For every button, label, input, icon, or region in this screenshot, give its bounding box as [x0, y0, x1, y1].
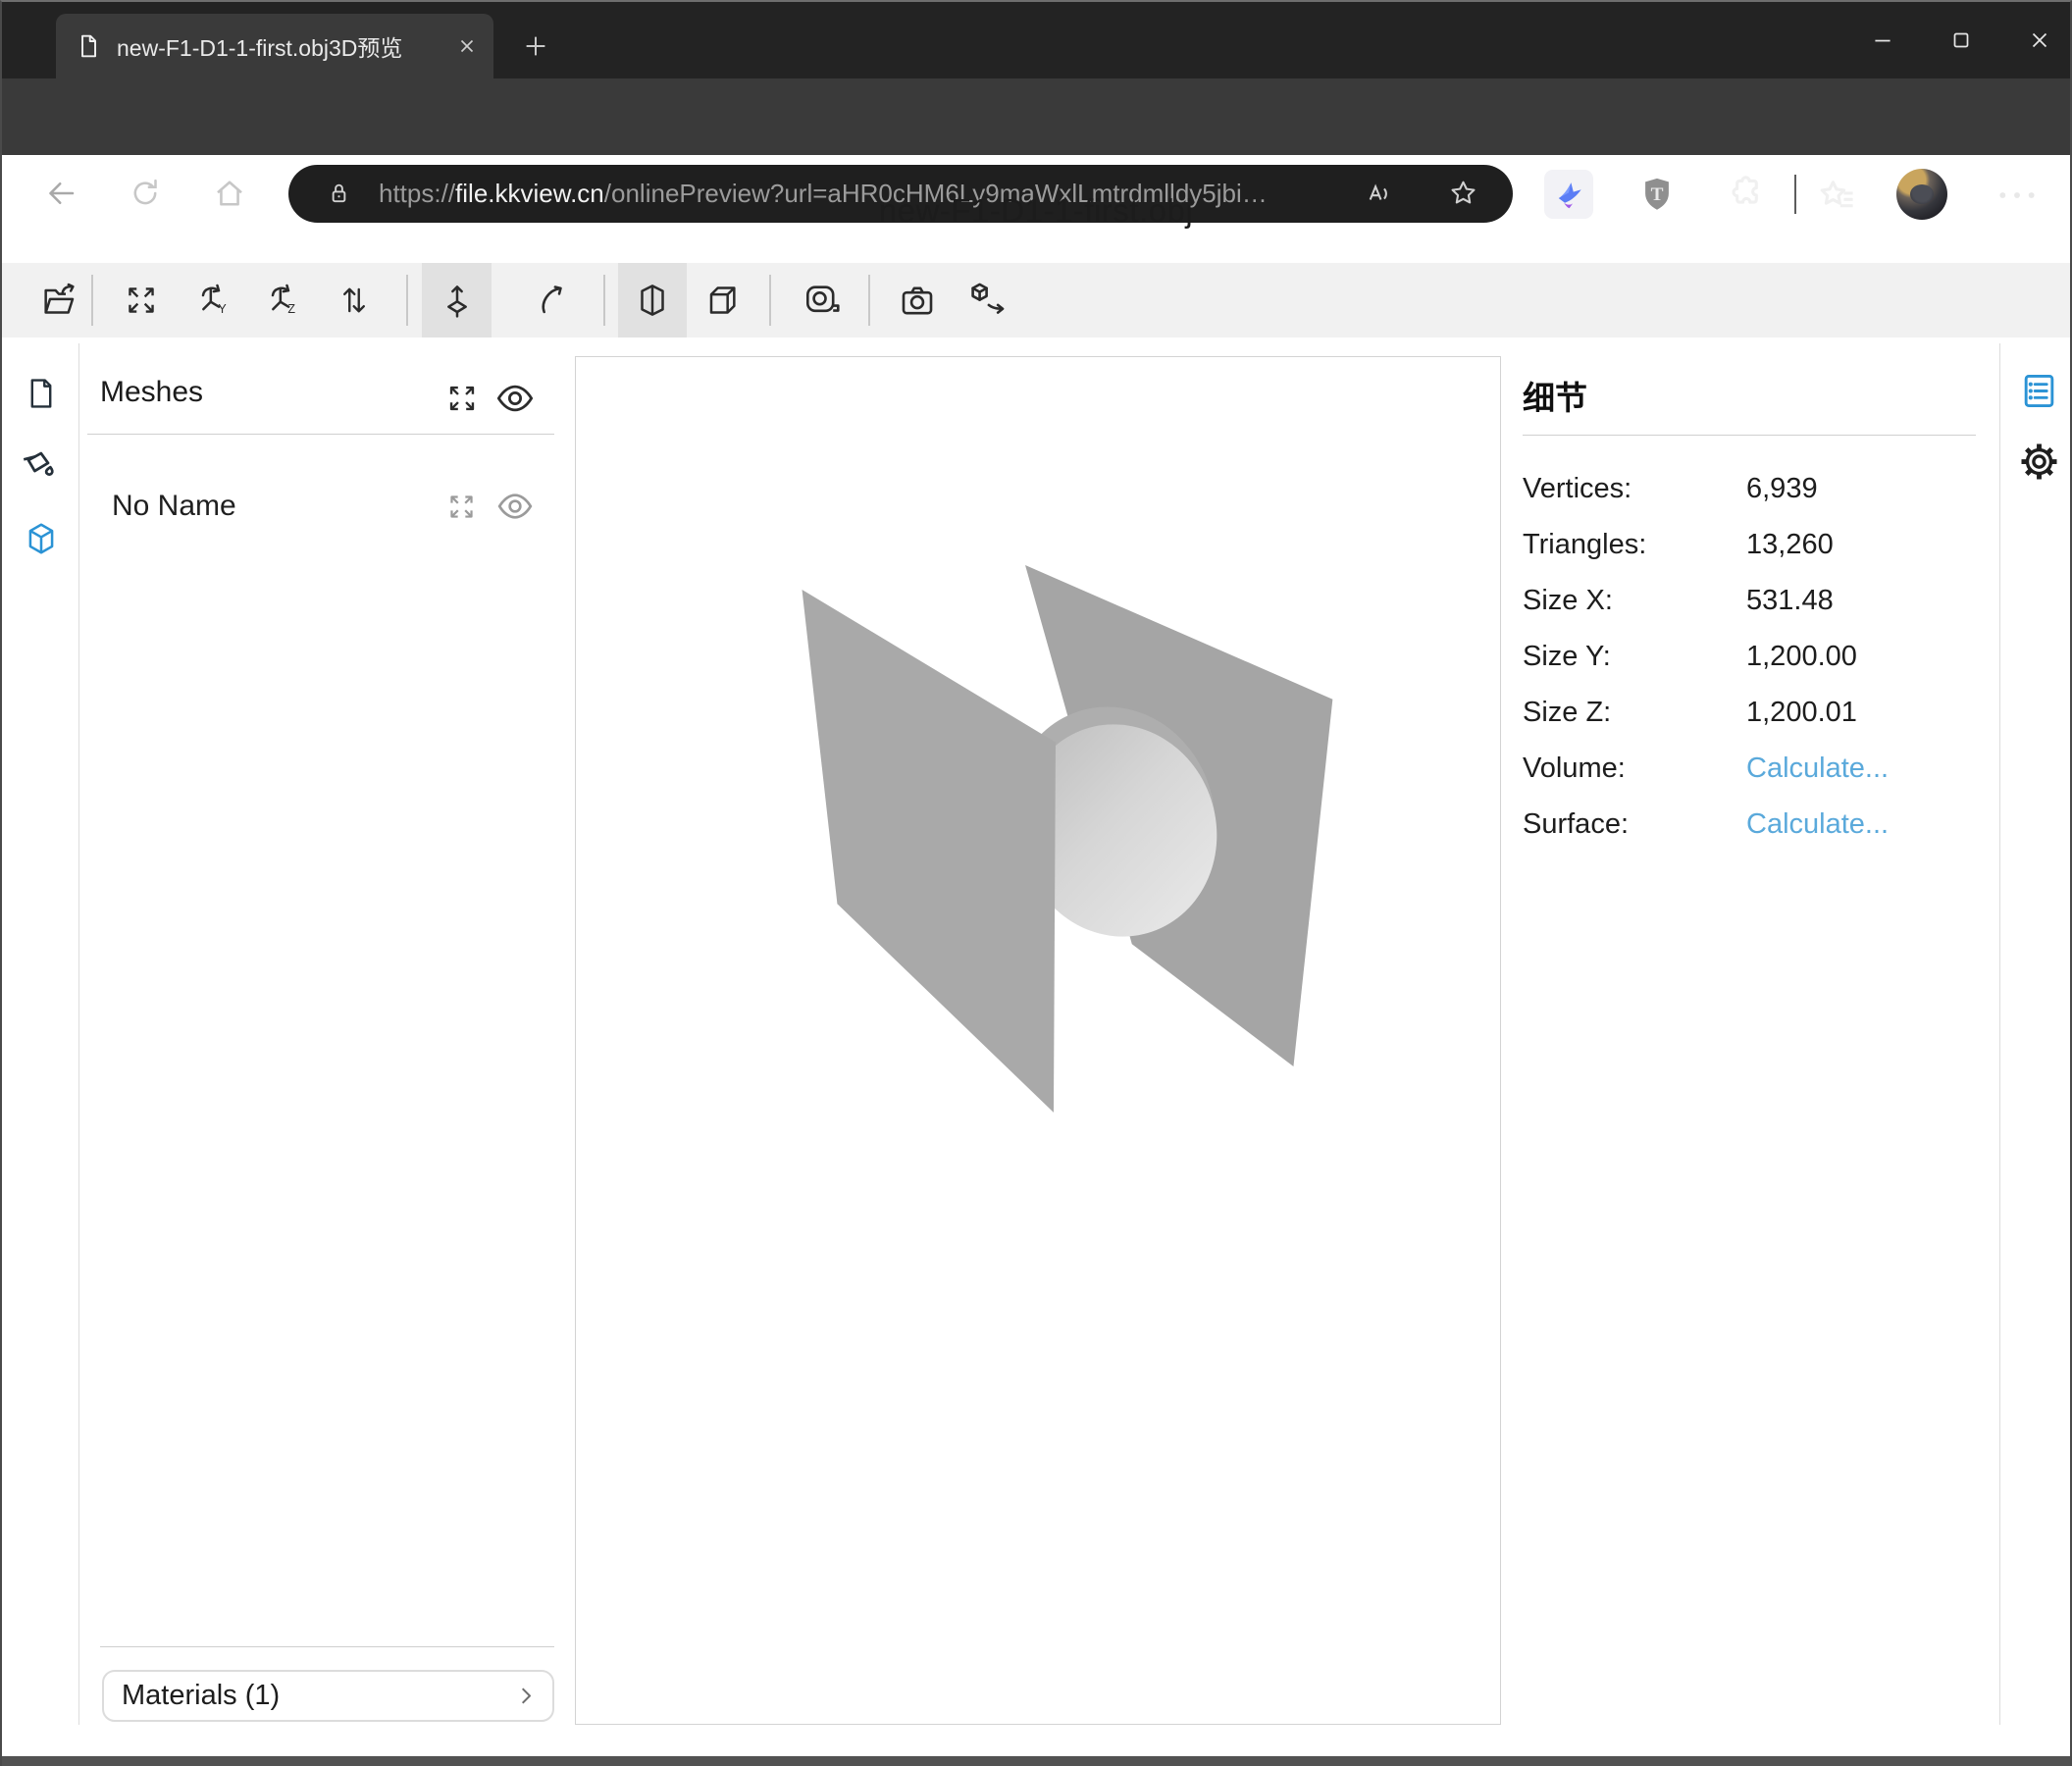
tab-close-icon[interactable] [456, 35, 478, 57]
detail-value: 1,200.00 [1746, 641, 1857, 673]
details-panel-title: 细节 [1523, 372, 1587, 419]
measure-tape-icon [802, 280, 843, 321]
detail-label: Volume: [1523, 753, 1626, 785]
detail-label: Surface: [1523, 808, 1629, 841]
meshes-visibility-icon[interactable] [494, 378, 536, 419]
model-toolbar: Y Z [2, 263, 2070, 338]
model-cube-icon[interactable] [23, 520, 60, 557]
right-rail-divider [1999, 343, 2000, 1725]
surface-calculate-link[interactable]: Calculate... [1746, 808, 1889, 841]
volume-calculate-link[interactable]: Calculate... [1746, 753, 1889, 785]
detail-label: Triangles: [1523, 529, 1646, 561]
new-tab-button[interactable] [515, 26, 556, 67]
materials-divider [100, 1646, 554, 1647]
detail-value: 1,200.01 [1746, 697, 1857, 729]
meshes-panel-title: Meshes [100, 376, 203, 409]
orbit-button[interactable] [527, 263, 582, 338]
export-model-icon [967, 280, 1009, 321]
shaded-view-icon [633, 281, 672, 320]
materials-label: Materials (1) [122, 1680, 512, 1712]
left-rail-divider [78, 343, 79, 1725]
minimize-button[interactable] [1870, 27, 1895, 53]
mesh-item-expand-icon[interactable] [445, 491, 478, 523]
tab-title: new-F1-D1-1-first.obj3D预览 [117, 29, 456, 63]
detail-value: 531.48 [1746, 585, 1834, 617]
measure-button[interactable] [795, 263, 850, 338]
browser-tab[interactable]: new-F1-D1-1-first.obj3D预览 [56, 14, 493, 78]
rotate-z-icon: Z [265, 281, 304, 320]
details-list-icon[interactable] [2019, 371, 2059, 411]
rotate-z-button[interactable]: Z [257, 263, 312, 338]
shaded-view-button[interactable] [618, 263, 687, 338]
settings-gear-icon[interactable] [2017, 440, 2061, 484]
close-button[interactable] [2027, 27, 2052, 53]
open-model-icon [41, 281, 80, 320]
flip-vertical-button[interactable] [327, 263, 382, 338]
fit-view-button[interactable] [114, 263, 169, 338]
detail-label: Size Z: [1523, 697, 1611, 729]
up-vector-icon [438, 281, 477, 320]
export-model-button[interactable] [960, 263, 1015, 338]
browser-window: new-F1-D1-1-first.obj3D预览 https://file.k… [0, 0, 2072, 1766]
flip-vertical-icon [336, 282, 373, 319]
bounding-box-button[interactable] [694, 263, 749, 338]
page-favicon-icon [76, 33, 101, 59]
mesh-item-visibility-icon[interactable] [495, 487, 535, 526]
detail-label: Size Y: [1523, 641, 1611, 673]
mesh-item-name[interactable]: No Name [112, 490, 236, 523]
model-canvas [576, 357, 1500, 1724]
rotate-y-icon: Y [195, 281, 234, 320]
model-left-plane [803, 590, 1056, 1113]
materials-bucket-icon[interactable] [18, 443, 61, 487]
browser-navbar: https://file.kkview.cn/onlinePreview?url… [2, 78, 2070, 155]
rotate-y-button[interactable]: Y [187, 263, 242, 338]
chevron-right-icon [512, 1683, 539, 1709]
maximize-button[interactable] [1948, 27, 1974, 53]
document-rail-icon[interactable] [25, 377, 58, 410]
tab-strip: new-F1-D1-1-first.obj3D预览 [2, 2, 2070, 78]
svg-text:Y: Y [218, 302, 227, 316]
open-model-button[interactable] [33, 263, 88, 338]
bounding-box-icon [701, 281, 741, 320]
plus-icon [521, 31, 550, 61]
meshes-expand-icon[interactable] [444, 381, 480, 416]
svg-text:Z: Z [287, 302, 295, 316]
camera-icon [897, 280, 938, 321]
window-bottom-edge [2, 1756, 2070, 1766]
detail-label: Size X: [1523, 585, 1613, 617]
orbit-icon [535, 281, 574, 320]
detail-value: 6,939 [1746, 473, 1818, 505]
up-vector-button[interactable] [422, 263, 492, 338]
fit-view-icon [123, 282, 160, 319]
details-divider [1523, 435, 1976, 436]
detail-label: Vertices: [1523, 473, 1632, 505]
model-viewport[interactable] [575, 356, 1501, 1725]
snapshot-button[interactable] [890, 263, 945, 338]
meshes-divider [87, 434, 554, 435]
detail-value: 13,260 [1746, 529, 1834, 561]
page-title: new-F1-D1-1-first.obj [2, 192, 2070, 230]
materials-button[interactable]: Materials (1) [102, 1670, 554, 1722]
